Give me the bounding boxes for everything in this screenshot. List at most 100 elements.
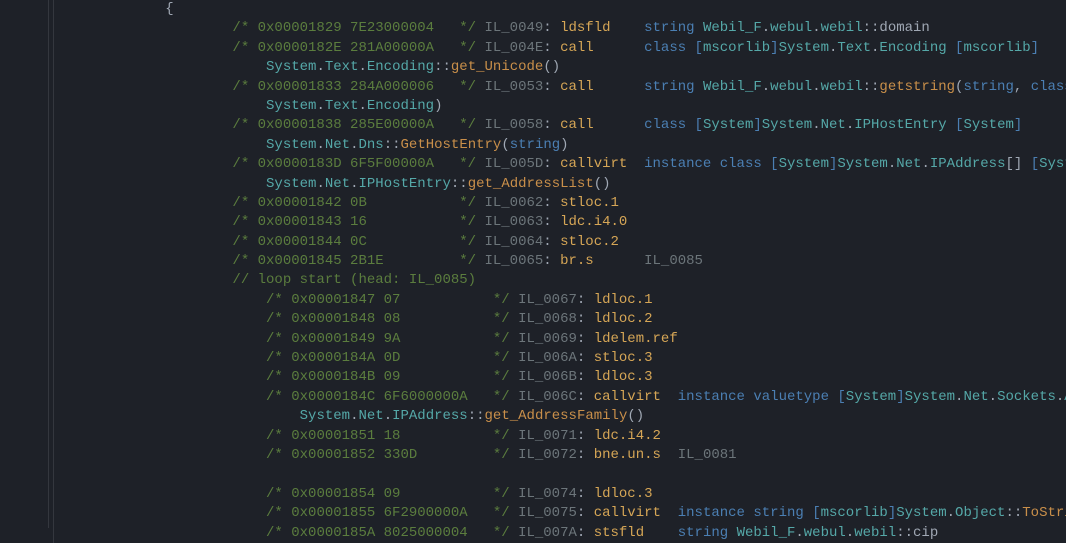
token-type: Net [896,156,921,172]
token-plain [695,79,703,95]
code-line: /* 0x00001833 284A000006 */ IL_0053: cal… [98,78,1066,97]
code-editor: { /* 0x00001829 7E23000004 */ IL_0049: l… [0,0,1066,543]
token-label: IL_0068 [518,311,577,327]
token-plain [947,117,955,133]
token-comment: /* 0x00001851 18 */ [266,428,510,444]
token-label: IL_0085 [644,253,703,269]
token-type: System [762,117,812,133]
token-punct: [] [1005,156,1030,172]
token-opcode: br.s [560,253,594,269]
token-punct: : [543,40,560,56]
code-line: /* 0x00001842 0B */ IL_0062: stloc.1 [98,194,1066,213]
code-line: System.Net.IPHostEntry::get_AddressList(… [98,175,1066,194]
token-keyword: instance [678,505,745,521]
token-type: System [300,408,350,424]
code-line: /* 0x00001838 285E00000A */ IL_0058: cal… [98,116,1066,135]
token-punct: , [1014,79,1031,95]
token-plain [947,40,955,56]
token-label: IL_0081 [678,447,737,463]
token-punct: . [989,389,997,405]
token-keyword: valuetype [753,389,829,405]
token-plain [644,525,678,541]
token-bracket: ] [770,40,778,56]
token-punct: : [577,447,594,463]
token-type: mscorlib [963,40,1030,56]
token-punct: : [577,505,594,521]
token-comment: /* 0x00001838 285E00000A */ [232,117,476,133]
token-type: webil [854,525,896,541]
token-plain [510,292,518,308]
token-label: IL_0074 [518,486,577,502]
token-opcode: stloc.3 [594,350,653,366]
token-type: Webil_F [737,525,796,541]
token-plain [594,117,644,133]
token-keyword: string [510,137,560,153]
token-type: System [905,389,955,405]
token-type: mscorlib [703,40,770,56]
token-plain [661,505,678,521]
token-type: System [837,156,887,172]
token-keyword: class [1031,79,1066,95]
token-plain [510,369,518,385]
code-line: System.Net.Dns::GetHostEntry(string) [98,136,1066,155]
token-type: Object [955,505,1005,521]
token-punct: :: [451,176,468,192]
token-label: IL_006A [518,350,577,366]
token-type: Text [325,98,359,114]
token-comment: /* 0x0000184C 6F6000000A */ [266,389,510,405]
token-punct: : [577,369,594,385]
token-punct: () [594,176,611,192]
code-content[interactable]: { /* 0x00001829 7E23000004 */ IL_0049: l… [54,0,1066,543]
token-plain [510,505,518,521]
token-type: IPAddress [930,156,1006,172]
token-punct: :: [434,59,451,75]
token-plain [661,447,678,463]
token-comment: /* 0x00001844 0C */ [232,234,476,250]
token-plain [762,156,770,172]
token-bracket: [ [812,505,820,521]
token-type: Dns [358,137,383,153]
token-opcode: callvirt [560,156,627,172]
token-punct: () [543,59,560,75]
token-punct: . [762,79,770,95]
code-line: /* 0x00001845 2B1E */ IL_0065: br.s IL_0… [98,252,1066,271]
token-type: webil [821,79,863,95]
token-label: IL_0063 [484,214,543,230]
token-punct: . [316,176,324,192]
token-type: System [703,117,753,133]
token-bracket: ] [753,117,761,133]
token-plain [611,20,645,36]
token-method: GetHostEntry [401,137,502,153]
token-plain [627,156,644,172]
token-plain [510,447,518,463]
code-line: /* 0x0000185A 8025000004 */ IL_007A: sts… [98,524,1066,543]
token-punct: . [812,79,820,95]
token-punct: : [543,195,560,211]
token-comment: /* 0x0000184A 0D */ [266,350,510,366]
token-comment: // loop start (head: IL_0085) [232,272,476,288]
code-line: System.Net.IPAddress::get_AddressFamily(… [98,407,1066,426]
code-line: /* 0x0000184C 6F6000000A */ IL_006C: cal… [98,388,1066,407]
token-type: System [846,389,896,405]
token-type: IPHostEntry [358,176,450,192]
token-keyword: string [678,525,728,541]
token-punct: :: [863,79,880,95]
code-line: /* 0x0000184A 0D */ IL_006A: stloc.3 [98,349,1066,368]
token-plain [804,505,812,521]
code-line: /* 0x00001848 08 */ IL_0068: ldloc.2 [98,310,1066,329]
token-punct: : [543,20,560,36]
token-punct: : [543,253,560,269]
token-opcode: ldsfld [560,20,610,36]
token-punct: . [316,137,324,153]
token-method: get_AddressList [468,176,594,192]
token-label: IL_0053 [484,79,543,95]
token-punct: :: [1005,505,1022,521]
token-keyword: class [644,40,686,56]
token-type: Net [963,389,988,405]
code-line: System.Text.Encoding::get_Unicode() [98,58,1066,77]
token-type: System [266,137,316,153]
token-plain [510,389,518,405]
token-field: domain [879,20,929,36]
token-comment: /* 0x00001847 07 */ [266,292,510,308]
token-keyword: string [963,79,1013,95]
